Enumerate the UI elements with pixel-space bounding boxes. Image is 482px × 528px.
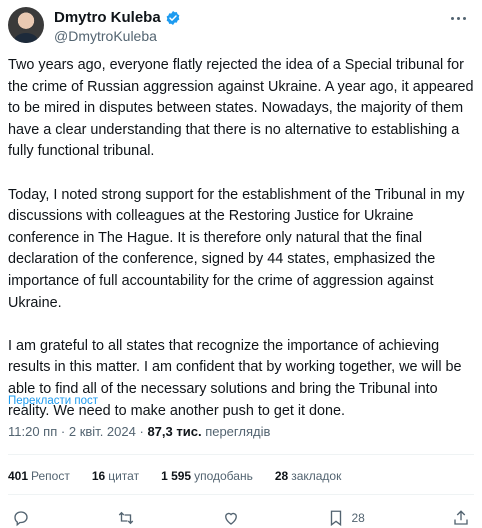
quotes-count: 16 [91, 469, 106, 483]
tweet-paragraph: Today, I noted strong support for the es… [8, 186, 465, 311]
tweet-header: Dmytro Kuleba @DmytroKuleba [8, 6, 472, 46]
avatar[interactable] [8, 7, 44, 43]
bookmark-button[interactable]: 28 [327, 509, 365, 527]
bookmarks-stat[interactable]: 28 закладок [275, 469, 342, 483]
views-count: 87,3 тис. [147, 424, 202, 439]
divider [8, 454, 474, 455]
reposts-count: 401 [8, 469, 29, 483]
repost-button[interactable] [117, 509, 135, 527]
likes-label: уподобань [194, 469, 253, 483]
like-icon [225, 512, 238, 525]
reply-icon [14, 511, 28, 527]
action-bar: 28 [8, 508, 474, 528]
tweet-paragraph: Two years ago, everyone flatly rejected … [8, 57, 474, 160]
bookmarks-count: 28 [274, 469, 289, 483]
share-icon [454, 510, 468, 525]
tweet-date[interactable]: 2 квіт. 2024 [69, 424, 136, 439]
likes-count: 1 595 [161, 469, 192, 483]
views-label: переглядів [205, 424, 271, 439]
more-icon[interactable] [444, 8, 472, 28]
bookmarks-label: закладок [291, 469, 342, 483]
quotes-stat[interactable]: 16 цитат [92, 469, 139, 483]
bookmark-count: 28 [351, 511, 365, 525]
divider [8, 494, 474, 495]
tweet-meta: 11:20 пп · 2 квіт. 2024 · 87,3 тис. пере… [8, 424, 270, 439]
quotes-label: цитат [108, 469, 140, 483]
tweet-time[interactable]: 11:20 пп [8, 424, 57, 439]
like-button[interactable] [222, 509, 240, 527]
author-display-name[interactable]: Dmytro Kuleba [54, 9, 161, 26]
translate-post-link[interactable]: Перекласти пост [8, 395, 98, 407]
tweet-paragraph: I am grateful to all states that recogni… [8, 337, 462, 419]
likes-stat[interactable]: 1 595 уподобань [161, 469, 253, 483]
bookmark-icon [331, 510, 342, 527]
author-info: Dmytro Kuleba @DmytroKuleba [54, 9, 181, 44]
verified-badge-icon [166, 10, 180, 25]
engagement-stats: 401 Репост 16 цитат 1 595 уподобань 28 закла… [8, 469, 363, 483]
reply-button[interactable] [12, 509, 30, 527]
meta-separator: · [139, 424, 144, 439]
reposts-stat[interactable]: 401 Репост [8, 469, 70, 483]
repost-icon [118, 511, 134, 525]
author-handle[interactable]: @DmytroKuleba [54, 28, 181, 44]
tweet-text: Two years ago, everyone flatly rejected … [8, 55, 474, 422]
share-button[interactable] [452, 509, 470, 527]
meta-separator: · [60, 424, 66, 439]
reposts-label: Репост [31, 469, 70, 483]
